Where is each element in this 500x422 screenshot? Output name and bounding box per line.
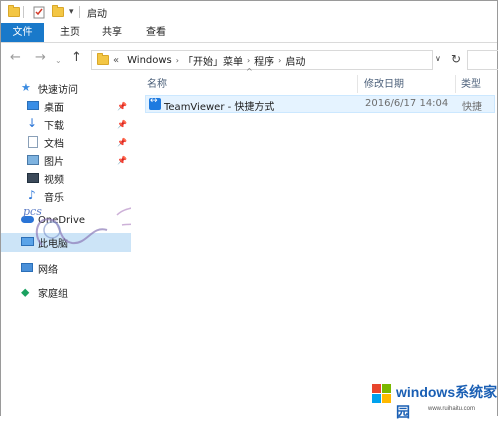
- file-type: 快捷: [462, 102, 482, 113]
- column-header-date[interactable]: 修改日期: [364, 75, 404, 95]
- nav-homegroup[interactable]: ⬥ 家庭组: [1, 283, 131, 302]
- file-row-teamviewer[interactable]: TeamViewer - 快捷方式 2016/6/17 14:04 快捷: [145, 95, 495, 113]
- address-bar[interactable]: « Windows › 「开始」菜单 › 程序 › 启动: [91, 50, 433, 70]
- folder-icon: [97, 53, 109, 65]
- pin-icon[interactable]: 📌: [117, 120, 127, 129]
- teamviewer-shortcut-icon: [149, 96, 161, 110]
- nav-label: 桌面: [44, 103, 64, 114]
- title-bar: ▾ 启动: [1, 1, 497, 23]
- tab-home[interactable]: 主页: [53, 23, 87, 42]
- brand-title: windows系统家园: [396, 384, 498, 420]
- breadcrumb-programs[interactable]: 程序: [254, 53, 274, 68]
- nav-label: 视频: [44, 175, 64, 186]
- file-date: 2016/6/17 14:04: [365, 98, 449, 109]
- column-divider[interactable]: [357, 75, 358, 93]
- file-name: TeamViewer - 快捷方式: [164, 102, 275, 113]
- nav-label: 家庭组: [38, 289, 68, 300]
- pin-icon[interactable]: 📌: [117, 156, 127, 165]
- pin-icon[interactable]: 📌: [117, 138, 127, 147]
- homegroup-icon: ⬥: [21, 285, 30, 299]
- sort-indicator-icon: ^: [246, 67, 253, 76]
- address-overflow[interactable]: «: [113, 55, 119, 66]
- brand-url: www.ruihaitu.com: [428, 406, 476, 412]
- document-icon: [28, 136, 38, 148]
- back-arrow-icon[interactable]: ←: [10, 51, 21, 65]
- folder-icon: [8, 5, 20, 17]
- breadcrumb-start-menu[interactable]: 「开始」菜单: [183, 53, 243, 68]
- nav-label: 网络: [38, 265, 58, 276]
- nav-label: 下载: [44, 121, 64, 132]
- nav-item-downloads[interactable]: ↓ 下载 📌: [1, 115, 131, 134]
- nav-label: 文档: [44, 139, 64, 150]
- forward-arrow-icon[interactable]: →: [35, 51, 46, 65]
- column-header-type[interactable]: 类型: [461, 75, 481, 95]
- download-icon: ↓: [27, 116, 38, 130]
- pin-icon[interactable]: 📌: [117, 102, 127, 111]
- nav-label: 图片: [44, 157, 64, 168]
- breadcrumb-separator-icon[interactable]: ›: [176, 56, 179, 65]
- window-title: 启动: [87, 8, 107, 20]
- nav-item-videos[interactable]: 视频: [1, 169, 131, 188]
- star-icon: ★: [21, 81, 31, 94]
- recent-locations-icon[interactable]: ⌄: [55, 54, 62, 68]
- tab-share[interactable]: 共享: [95, 23, 129, 42]
- nav-network[interactable]: 网络: [1, 259, 131, 278]
- nav-item-pictures[interactable]: 图片 📌: [1, 151, 131, 170]
- breadcrumb-startup[interactable]: 启动: [285, 53, 305, 68]
- watermark-text: pcs: [23, 205, 42, 218]
- nav-item-desktop[interactable]: 桌面 📌: [1, 97, 131, 116]
- file-list: ^ 名称 修改日期 类型 TeamViewer - 快捷方式 2016/6/17…: [131, 67, 497, 416]
- breadcrumb-separator-icon[interactable]: ›: [278, 56, 281, 65]
- ribbon: 文件 主页 共享 查看: [1, 23, 497, 43]
- video-icon: [27, 173, 39, 183]
- tab-view[interactable]: 查看: [139, 23, 173, 42]
- breadcrumb-windows[interactable]: Windows: [127, 55, 172, 66]
- desktop-icon: [27, 101, 39, 110]
- quick-access-dropdown-icon[interactable]: ▾: [69, 5, 74, 19]
- column-header-name[interactable]: 名称: [147, 75, 167, 95]
- network-icon: [21, 263, 33, 272]
- column-divider[interactable]: [455, 75, 456, 93]
- refresh-icon[interactable]: ↻: [451, 52, 461, 66]
- search-input[interactable]: [467, 50, 498, 70]
- nav-label: 快速访问: [38, 85, 78, 96]
- properties-icon[interactable]: [33, 6, 46, 19]
- up-arrow-icon[interactable]: ↑: [71, 51, 82, 65]
- tab-file[interactable]: 文件: [1, 23, 44, 42]
- pictures-icon: [27, 155, 39, 165]
- nav-item-documents[interactable]: 文档 📌: [1, 133, 131, 152]
- address-dropdown-icon[interactable]: ∨: [435, 54, 441, 63]
- breadcrumb-separator-icon[interactable]: ›: [247, 56, 250, 65]
- nav-quick-access[interactable]: ★ 快速访问: [1, 79, 131, 98]
- new-folder-icon[interactable]: [52, 5, 64, 17]
